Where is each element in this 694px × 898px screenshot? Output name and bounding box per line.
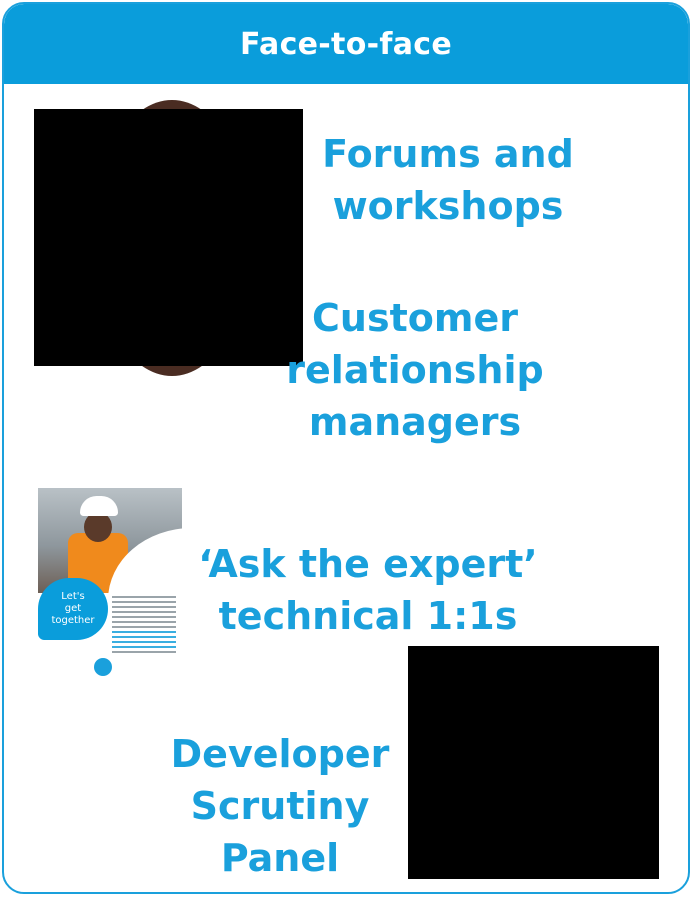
item-ask-the-expert: ‘Ask the expert’ technical 1:1s [196,538,540,642]
worker-face [84,512,112,542]
redacted-photo-forums [34,109,303,366]
item-line: Forums and [322,132,574,176]
item-line: workshops [332,184,564,228]
item-line: Developer [170,732,390,776]
item-developer-scrutiny-panel: Developer Scrutiny Panel [160,728,400,884]
item-line: managers [308,400,522,444]
bubble-line: get [64,603,82,614]
item-line: Scrutiny [190,784,370,828]
item-line: Customer [312,296,518,340]
speech-bubble: Let's get together [38,578,108,640]
lets-get-together-flyer-image: Let's get together [38,488,182,684]
flyer-body-text [112,596,176,656]
logo-icon [94,658,112,676]
card-header: Face-to-face [4,4,688,84]
bubble-line: Let's [61,591,85,602]
item-forums-workshops: Forums and workshops [318,128,578,232]
bubble-line: together [51,615,95,626]
item-customer-relationship-managers: Customer relationship managers [280,292,550,448]
item-line: technical 1:1s [218,594,518,638]
item-line: relationship [286,348,544,392]
item-line: Panel [220,836,340,880]
card-title: Face-to-face [240,26,452,62]
item-line: ‘Ask the expert’ [198,542,538,586]
redacted-photo-panel [408,646,659,879]
